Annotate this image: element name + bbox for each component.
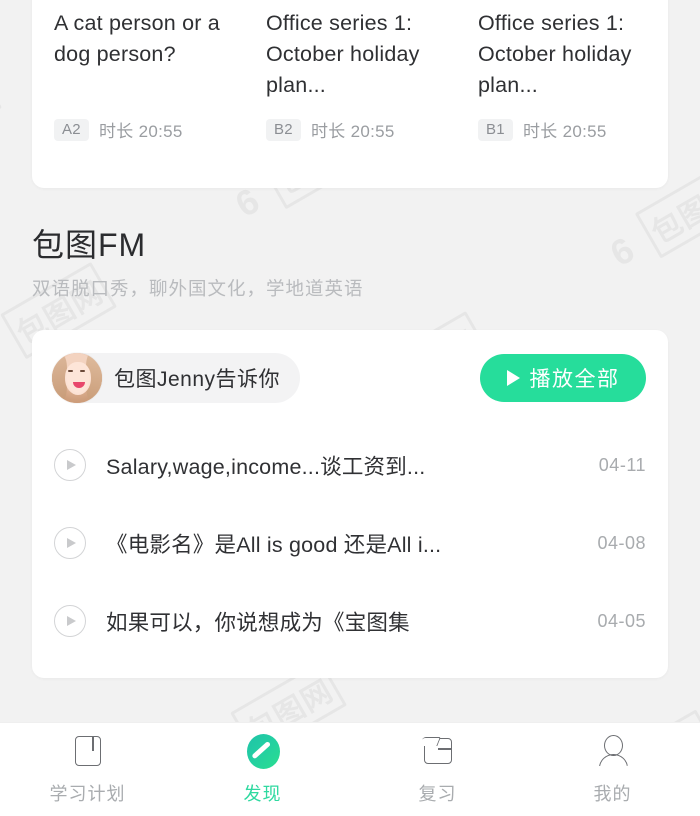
play-circle-icon[interactable] xyxy=(54,527,86,559)
play-circle-icon[interactable] xyxy=(54,605,86,637)
lesson-column[interactable]: A cat person or a dog person? A2 时长 20:5… xyxy=(32,8,244,188)
episode-title: 《电影名》是All is good 还是All i... xyxy=(106,532,442,557)
tab-label: 复习 xyxy=(418,784,457,804)
avatar-eye-left xyxy=(68,370,73,372)
episode-date: 04-11 xyxy=(598,454,646,475)
level-badge: B2 xyxy=(266,118,301,141)
duration-label: 时长 20:55 xyxy=(98,122,183,141)
episode-row[interactable]: Salary,wage,income...谈工资到... 04-11 xyxy=(32,426,646,504)
episode-title: Salary,wage,income...谈工资到... xyxy=(106,454,426,479)
app-screen: 6包图网 6包图网 6包图网 6包图网 6包图网 6包图网 6包图网 6包图网 … xyxy=(0,0,700,816)
folder-icon xyxy=(419,733,457,771)
episode-list: Salary,wage,income...谈工资到... 04-11 《电影名》… xyxy=(32,426,668,660)
lesson-title: Office series 1: October holiday plan... xyxy=(478,11,632,97)
tab-discover[interactable]: 发现 xyxy=(175,723,350,816)
discover-icon xyxy=(244,733,282,771)
watermark-logo: 6 xyxy=(0,328,8,376)
tab-study-plan[interactable]: 学习计划 xyxy=(0,723,175,816)
avatar-face xyxy=(65,362,91,395)
watermark-logo: 6 xyxy=(228,178,268,226)
episode-row[interactable]: 《电影名》是All is good 还是All i... 04-08 xyxy=(32,504,646,582)
tab-label: 我的 xyxy=(593,784,632,804)
host-name: 包图Jenny告诉你 xyxy=(114,368,281,391)
duration-label: 时长 20:55 xyxy=(522,122,607,141)
watermark-logo: 6 xyxy=(603,228,642,275)
section-header: 包图FM 双语脱口秀，聊外国文化，学地道英语 xyxy=(32,222,364,302)
tab-profile[interactable]: 我的 xyxy=(525,723,700,816)
avatar xyxy=(52,353,102,403)
episode-title: 如果可以，你说想成为《宝图集 xyxy=(106,610,410,635)
tab-label: 发现 xyxy=(243,784,282,804)
section-subtitle: 双语脱口秀，聊外国文化，学地道英语 xyxy=(32,278,364,299)
duration-label: 时长 20:55 xyxy=(310,122,395,141)
lesson-column[interactable]: Office series 1: October holiday plan...… xyxy=(244,8,456,188)
episode-date: 04-08 xyxy=(597,532,646,553)
section-title: 包图FM xyxy=(32,227,147,263)
episode-row[interactable]: 如果可以，你说想成为《宝图集 04-05 xyxy=(32,582,646,660)
lesson-column[interactable]: Office series 1: October holiday plan...… xyxy=(456,8,668,188)
fm-card: 包图Jenny告诉你 播放全部 Salary,wage,income...谈工资… xyxy=(32,330,668,678)
book-icon xyxy=(69,733,107,771)
host-chip[interactable]: 包图Jenny告诉你 xyxy=(52,353,301,403)
play-all-button[interactable]: 播放全部 xyxy=(480,354,646,402)
tab-review[interactable]: 复习 xyxy=(350,723,525,816)
fm-header: 包图Jenny告诉你 播放全部 xyxy=(32,330,668,426)
episode-date: 04-05 xyxy=(597,610,646,631)
play-icon xyxy=(506,370,520,386)
lesson-title: A cat person or a dog person? xyxy=(54,11,220,66)
watermark-item: 6包图网 xyxy=(667,208,700,557)
level-badge: B1 xyxy=(478,118,513,141)
tab-label: 学习计划 xyxy=(49,784,126,804)
level-badge: A2 xyxy=(54,118,89,141)
lesson-card: A cat person or a dog person? A2 时长 20:5… xyxy=(32,0,668,188)
watermark-text: 包图网 xyxy=(0,62,3,161)
lesson-title: Office series 1: October holiday plan... xyxy=(266,11,420,97)
avatar-eye-right xyxy=(80,370,85,372)
play-circle-icon[interactable] xyxy=(54,449,86,481)
play-all-label: 播放全部 xyxy=(529,368,620,391)
watermark-item: 6包图网 xyxy=(0,259,33,608)
person-icon xyxy=(594,733,632,771)
bottom-tab-bar: 学习计划 发现 复习 我的 xyxy=(0,722,700,816)
